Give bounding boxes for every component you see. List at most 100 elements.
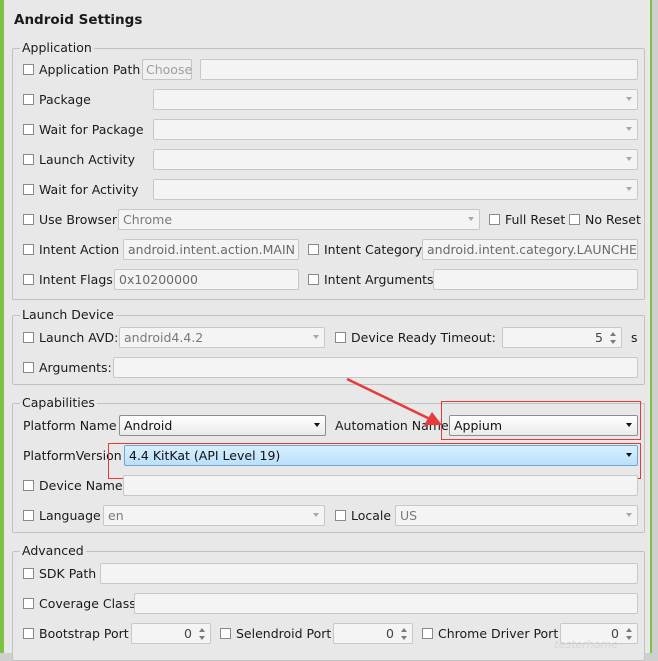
device-ready-timeout-label: Device Ready Timeout: (351, 330, 496, 345)
no-reset-checkbox[interactable] (569, 214, 580, 225)
package-dropdown[interactable] (153, 89, 638, 110)
capabilities-legend: Capabilities (20, 395, 97, 410)
device-ready-timeout-checkbox[interactable] (335, 332, 346, 343)
selendroid-port-value: 0 (386, 626, 394, 641)
package-checkbox[interactable] (23, 94, 34, 105)
chrome-driver-port-checkbox[interactable] (422, 628, 433, 639)
platform-name-dropdown[interactable]: Android (119, 415, 326, 436)
bootstrap-port-checkbox[interactable] (23, 628, 34, 639)
coverage-class-input[interactable] (134, 593, 638, 614)
device-ready-timeout-value: 5 (595, 330, 603, 345)
no-reset-label: No Reset (585, 212, 641, 227)
stepper-down-icon[interactable] (199, 636, 205, 640)
intent-action-input[interactable]: android.intent.action.MAIN (123, 239, 299, 260)
launch-activity-label: Launch Activity (39, 152, 135, 167)
use-browser-label: Use Browser (39, 212, 117, 227)
platform-version-highlight (108, 443, 641, 479)
device-name-checkbox[interactable] (23, 480, 34, 491)
wait-for-package-dropdown[interactable] (153, 119, 638, 140)
platform-name-label: Platform Name (23, 418, 117, 433)
wait-for-activity-label: Wait for Activity (39, 182, 139, 197)
stepper-down-icon[interactable] (401, 636, 407, 640)
chevron-down-icon (626, 157, 632, 161)
bootstrap-port-stepper[interactable]: 0 (131, 623, 211, 644)
use-browser-checkbox[interactable] (23, 214, 34, 225)
stepper-up-icon[interactable] (610, 332, 616, 336)
browser-value: Chrome (123, 212, 173, 227)
application-path-label: Application Path (39, 62, 141, 77)
automation-name-highlight (441, 401, 641, 440)
selendroid-port-checkbox[interactable] (220, 628, 231, 639)
launch-device-legend: Launch Device (20, 307, 116, 322)
chevron-down-icon (313, 335, 319, 339)
stepper-up-icon[interactable] (199, 628, 205, 632)
bootstrap-port-label: Bootstrap Port (39, 626, 129, 641)
advanced-legend: Advanced (20, 543, 86, 558)
intent-action-checkbox[interactable] (23, 244, 34, 255)
full-reset-checkbox[interactable] (489, 214, 500, 225)
language-value: en (108, 508, 124, 523)
intent-arguments-checkbox[interactable] (308, 274, 319, 285)
wait-for-activity-dropdown[interactable] (153, 179, 638, 200)
chevron-down-icon (468, 217, 474, 221)
avd-dropdown[interactable]: android4.4.2 (119, 327, 325, 348)
application-path-input[interactable] (200, 59, 638, 80)
intent-flags-checkbox[interactable] (23, 274, 34, 285)
intent-category-label: Intent Category (324, 242, 423, 257)
launch-avd-label: Launch AVD: (39, 330, 119, 345)
intent-arguments-input[interactable] (433, 269, 638, 290)
coverage-class-checkbox[interactable] (23, 598, 34, 609)
wait-for-activity-checkbox[interactable] (23, 184, 34, 195)
wait-for-package-label: Wait for Package (39, 122, 144, 137)
chrome-driver-port-label: Chrome Driver Port (438, 626, 559, 641)
locale-checkbox[interactable] (335, 510, 346, 521)
seconds-unit: s (631, 330, 638, 345)
locale-dropdown[interactable]: US (395, 505, 638, 526)
launch-activity-dropdown[interactable] (153, 149, 638, 170)
wait-for-package-checkbox[interactable] (23, 124, 34, 135)
selendroid-port-stepper[interactable]: 0 (333, 623, 413, 644)
application-group (12, 48, 645, 300)
choose-button[interactable]: Choose (142, 59, 192, 80)
launch-activity-checkbox[interactable] (23, 154, 34, 165)
sdk-path-label: SDK Path (39, 566, 97, 581)
sdk-path-input[interactable] (100, 563, 638, 584)
chevron-down-icon (626, 187, 632, 191)
annotation-arrow-icon (346, 377, 442, 425)
stepper-up-icon[interactable] (401, 628, 407, 632)
launch-avd-checkbox[interactable] (23, 332, 34, 343)
selendroid-port-label: Selendroid Port (236, 626, 332, 641)
stepper-up-icon[interactable] (626, 628, 632, 632)
bootstrap-port-value: 0 (184, 626, 192, 641)
browser-dropdown[interactable]: Chrome (118, 209, 480, 230)
intent-action-label: Intent Action (39, 242, 120, 257)
intent-category-input[interactable]: android.intent.category.LAUNCHER (422, 239, 638, 260)
application-path-checkbox[interactable] (23, 64, 34, 75)
chevron-down-icon (626, 97, 632, 101)
stepper-down-icon[interactable] (626, 636, 632, 640)
chevron-down-icon (314, 423, 320, 427)
coverage-class-label: Coverage Class (39, 596, 136, 611)
intent-category-checkbox[interactable] (308, 244, 319, 255)
package-label: Package (39, 92, 91, 107)
platform-name-value: Android (124, 418, 173, 433)
language-label: Language (39, 508, 101, 523)
watermark: testerhome (554, 638, 618, 651)
intent-arguments-label: Intent Arguments (324, 272, 434, 287)
language-dropdown[interactable]: en (103, 505, 325, 526)
platform-version-label: PlatformVersion (23, 448, 122, 463)
arguments-checkbox[interactable] (23, 362, 34, 373)
application-legend: Application (20, 40, 94, 55)
avd-value: android4.4.2 (124, 330, 204, 345)
stepper-down-icon[interactable] (610, 340, 616, 344)
full-reset-label: Full Reset (505, 212, 566, 227)
device-name-input[interactable] (123, 475, 638, 496)
language-checkbox[interactable] (23, 510, 34, 521)
sdk-path-checkbox[interactable] (23, 568, 34, 579)
chevron-down-icon (313, 513, 319, 517)
device-ready-timeout-stepper[interactable]: 5 (502, 327, 622, 348)
intent-flags-label: Intent Flags (39, 272, 113, 287)
chevron-down-icon (626, 513, 632, 517)
device-name-label: Device Name (39, 478, 123, 493)
intent-flags-input[interactable]: 0x10200000 (114, 269, 299, 290)
